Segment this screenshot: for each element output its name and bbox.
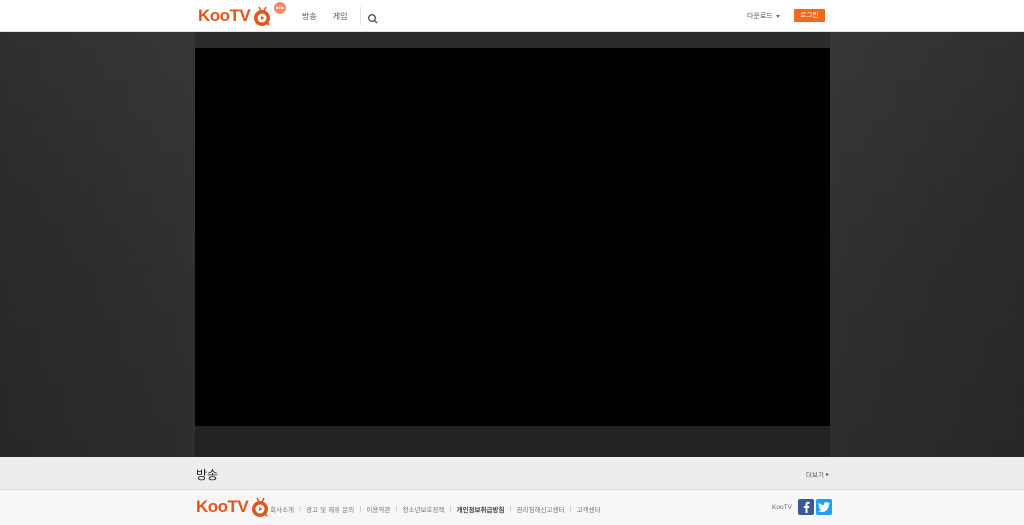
footer: KooTV 회사소개 | 광고 및 제휴 문의 | 이용약관 | 청소년보호정책… xyxy=(0,491,1024,525)
footer-separator: | xyxy=(509,505,512,513)
login-button[interactable]: 로그인 xyxy=(794,9,825,22)
footer-logo-text: KooTV xyxy=(196,497,249,516)
footer-link-support[interactable]: 고객센터 xyxy=(577,504,601,514)
main-nav: 방송 게임 xyxy=(302,0,363,32)
more-label: 더보기 xyxy=(806,471,824,479)
footer-separator: | xyxy=(298,505,302,513)
logo-text: KooTV xyxy=(198,6,251,25)
download-label: 다운로드 xyxy=(747,12,773,20)
footer-link-ads[interactable]: 광고 및 제휴 문의 xyxy=(306,504,354,514)
player-stage xyxy=(0,32,1024,457)
beta-badge: beta xyxy=(274,2,286,14)
footer-links: 회사소개 | 광고 및 제휴 문의 | 이용약관 | 청소년보호정책 | 개인정… xyxy=(270,504,601,514)
nav-divider xyxy=(360,7,361,25)
footer-social: KooTV xyxy=(772,499,832,515)
search-icon[interactable] xyxy=(367,10,379,24)
caret-down-icon xyxy=(775,14,780,18)
nav-item-game[interactable]: 게임 xyxy=(333,11,348,22)
more-link[interactable]: 더보기 ▸ xyxy=(806,469,829,480)
video-player[interactable] xyxy=(195,48,830,426)
nav-item-broadcast[interactable]: 방송 xyxy=(302,11,317,22)
footer-separator: | xyxy=(569,505,572,513)
footer-brand-label: KooTV xyxy=(772,503,792,511)
download-dropdown[interactable]: 다운로드 xyxy=(747,11,780,21)
footer-link-youth-policy[interactable]: 청소년보호정책 xyxy=(403,504,445,514)
chevron-right-icon: ▸ xyxy=(825,470,829,478)
kootv-logo[interactable]: KooTV xyxy=(198,4,273,28)
twitter-icon[interactable] xyxy=(815,499,832,515)
footer-separator: | xyxy=(449,505,452,513)
facebook-icon[interactable] xyxy=(797,499,814,515)
footer-link-terms[interactable]: 이용약관 xyxy=(366,504,390,514)
stage-background-right xyxy=(830,32,1024,457)
tv-mascot-icon xyxy=(251,5,273,27)
section-header: 방송 더보기 ▸ xyxy=(0,457,1024,490)
footer-separator: | xyxy=(359,505,362,513)
top-header: KooTV beta 방송 게임 다운로드 로그인 xyxy=(0,0,1024,32)
footer-link-company[interactable]: 회사소개 xyxy=(270,504,294,514)
section-title: 방송 xyxy=(196,468,219,482)
footer-kootv-logo[interactable]: KooTV xyxy=(196,495,271,519)
footer-link-privacy[interactable]: 개인정보취급방침 xyxy=(457,504,505,514)
footer-tv-mascot-icon xyxy=(249,496,271,518)
footer-separator: | xyxy=(395,505,398,513)
footer-link-rights-report[interactable]: 권리침해신고센터 xyxy=(517,504,565,514)
stage-background-left xyxy=(0,32,195,457)
